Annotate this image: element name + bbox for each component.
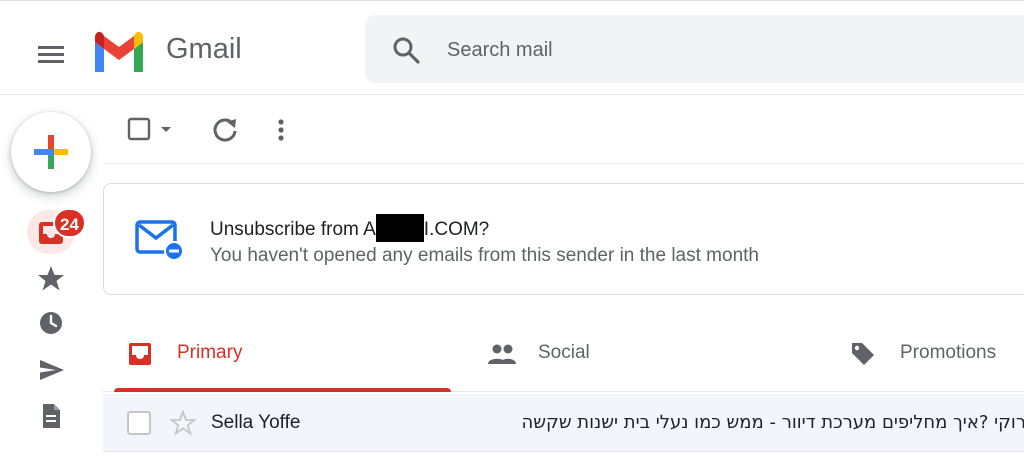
- tab-primary[interactable]: Primary: [103, 312, 463, 392]
- send-icon: [40, 360, 64, 380]
- redaction-block: [375, 214, 424, 242]
- active-tab-indicator: [114, 388, 451, 392]
- inbox-unread-badge: 24: [53, 208, 86, 238]
- tab-social[interactable]: Social: [463, 312, 825, 392]
- nav-starred[interactable]: [27, 258, 75, 298]
- mail-toolbar: [103, 96, 1024, 164]
- clock-icon: [40, 312, 62, 334]
- nav-snoozed[interactable]: [27, 303, 75, 343]
- more-options-button[interactable]: [269, 114, 293, 146]
- main-menu-button[interactable]: [34, 37, 68, 71]
- banner-subtitle: You haven't opened any emails from this …: [210, 245, 759, 266]
- refresh-button[interactable]: [209, 114, 241, 146]
- email-subject: רוקי ?איך מחליפים מערכת דיוור - ממש כמו …: [521, 412, 1024, 433]
- search-bar[interactable]: [365, 15, 1024, 83]
- unsubscribe-mail-icon: [135, 220, 184, 261]
- inbox-icon: [129, 343, 151, 365]
- star-icon: [38, 266, 64, 291]
- people-icon: [488, 344, 516, 364]
- nav-sent[interactable]: [27, 350, 75, 390]
- unsubscribe-banner: Unsubscribe from A I.COM? You haven't ope…: [103, 183, 1024, 295]
- tab-label: Social: [538, 342, 590, 363]
- hamburger-icon: [38, 46, 64, 63]
- tab-label: Primary: [177, 342, 243, 363]
- banner-title: Unsubscribe from A I.COM?: [210, 214, 489, 242]
- banner-title-prefix: Unsubscribe from A: [210, 219, 376, 240]
- email-row[interactable]: Sella Yoffe רוקי ?איך מחליפים מערכת דיוו…: [103, 394, 1024, 452]
- category-tabs: Primary Social Promotions: [103, 312, 1024, 392]
- checkbox-icon: [127, 117, 151, 141]
- tag-icon: [852, 343, 874, 365]
- select-all-checkbox[interactable]: [125, 114, 179, 146]
- refresh-icon: [213, 118, 237, 142]
- row-checkbox[interactable]: [127, 411, 151, 435]
- file-icon: [43, 404, 60, 428]
- star-outline-icon[interactable]: [170, 410, 196, 436]
- tab-label: Promotions: [900, 342, 997, 363]
- chevron-down-icon: [161, 127, 171, 132]
- compose-plus-icon: [34, 135, 68, 169]
- more-vert-icon: [278, 119, 284, 141]
- search-input[interactable]: [447, 35, 1007, 65]
- gmail-logo-icon[interactable]: [91, 30, 147, 72]
- tab-promotions[interactable]: Promotions: [825, 312, 1024, 392]
- banner-title-suffix: I.COM?: [423, 219, 490, 240]
- nav-drafts[interactable]: [27, 396, 75, 436]
- email-sender: Sella Yoffe: [211, 412, 301, 433]
- app-header: Gmail: [0, 5, 1024, 95]
- search-icon[interactable]: [391, 35, 421, 65]
- compose-button[interactable]: [11, 112, 91, 192]
- app-brand-name: Gmail: [166, 33, 242, 65]
